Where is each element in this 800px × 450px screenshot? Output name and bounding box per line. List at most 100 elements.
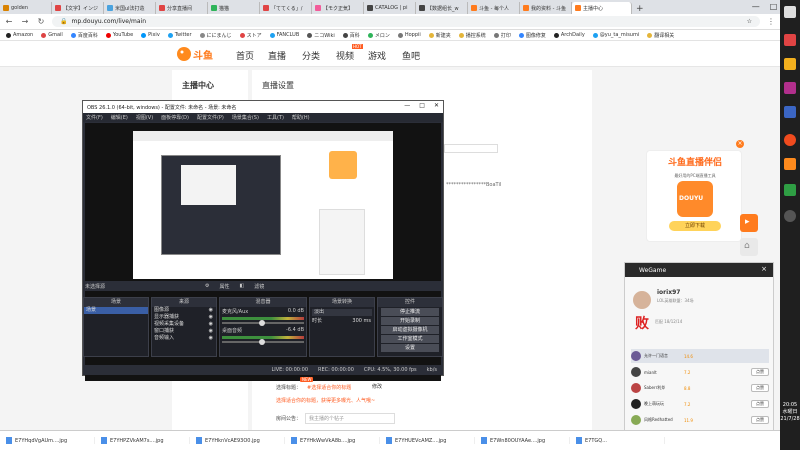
nav-fishbar[interactable]: 鱼吧 [402, 49, 420, 62]
browser-tab[interactable]: 【数据组长_w [416, 2, 468, 14]
source-item[interactable]: 视频采集设备 ◉ [152, 321, 216, 328]
scene-item[interactable]: 场景 [84, 307, 148, 314]
download-item[interactable]: E7YHqdVgAUm....jpg [0, 437, 95, 444]
obs-icon[interactable] [784, 210, 796, 222]
close-icon[interactable]: ✕ [434, 102, 439, 109]
obs-menu-item[interactable]: 编辑(E) [111, 114, 128, 121]
play-icon[interactable]: ▸ [740, 214, 758, 232]
like-button[interactable]: 点赞 [751, 384, 769, 392]
bookmark-item[interactable]: メロン [367, 32, 390, 39]
browser-tab[interactable]: 【文字】インジ [52, 2, 104, 14]
app-icon[interactable] [784, 158, 796, 170]
browser-tab[interactable]: golden [0, 2, 52, 14]
reload-icon[interactable]: ↻ [36, 17, 46, 26]
volume-slider[interactable] [222, 320, 304, 326]
bookmark-item[interactable]: Gmail [41, 32, 63, 38]
browser-tab[interactable]: CATALOG | pi [364, 2, 416, 14]
browser-tab[interactable]: 猫猫 [208, 2, 260, 14]
chrome-icon[interactable] [784, 134, 796, 146]
bookmark-item[interactable]: 百度百科 [70, 32, 98, 39]
gear-icon[interactable]: ⚙ [205, 283, 209, 289]
bookmark-item[interactable]: 打印 [493, 32, 511, 39]
bookmark-item[interactable]: @yu_ta_misumi [592, 32, 639, 38]
bookmark-item[interactable]: Twitter [167, 32, 192, 38]
minimize-icon[interactable]: — [404, 102, 410, 109]
start-icon[interactable] [784, 6, 796, 18]
obs-menu-item[interactable]: 场景集合(S) [232, 114, 259, 121]
edit-title-button[interactable]: 修改 [372, 383, 382, 390]
bookmark-item[interactable]: 百科 [342, 32, 360, 39]
source-item[interactable]: 显示器捕获 ◉ [152, 314, 216, 321]
home-icon[interactable]: ⌂ [740, 238, 758, 256]
download-item[interactable]: E7YHPZVkAM7s....jpg [95, 437, 190, 444]
star-icon[interactable]: ☆ [747, 18, 752, 25]
forward-icon[interactable]: → [20, 17, 30, 26]
companion-ad[interactable]: 斗鱼直播伴侣 最好用的PC端直播工具 DOUYU 立即下载 [646, 150, 742, 242]
properties-button[interactable]: 属性 [220, 283, 230, 290]
ad-download-button[interactable]: 立即下载 [669, 221, 721, 231]
obs-menu-item[interactable]: 文件(F) [86, 114, 103, 121]
filter-icon[interactable]: ◧ [240, 283, 245, 289]
bookmark-item[interactable]: 播控系统 [458, 32, 486, 39]
like-button[interactable]: 点赞 [751, 416, 769, 424]
virtual-camera-button[interactable]: 启动虚拟摄像机 [381, 326, 439, 334]
stop-streaming-button[interactable]: 停止推流 [381, 308, 439, 316]
start-recording-button[interactable]: 开始录制 [381, 317, 439, 325]
obs-menu-item[interactable]: 视图(V) [136, 114, 153, 121]
app-icon[interactable] [784, 184, 796, 196]
announce-input[interactable]: 我主播的个帖子 [305, 413, 395, 424]
maximize-icon[interactable]: □ [419, 102, 425, 109]
bookmark-item[interactable]: Amazon [6, 32, 33, 38]
bookmark-item[interactable]: YouTube [105, 32, 133, 38]
bookmark-item[interactable]: Pixiv [141, 32, 160, 38]
browser-tab[interactable]: 米国ul法打造 [104, 2, 156, 14]
browser-tab[interactable]: 【モク正気】 [312, 2, 364, 14]
minimize-icon[interactable]: — [752, 2, 760, 11]
title-link[interactable]: #选择适合你的标题 [307, 384, 351, 391]
browser-tab[interactable]: 分享直播间 [156, 2, 208, 14]
ad-close-icon[interactable]: × [736, 140, 744, 148]
source-item[interactable]: 图像源 ◉ [152, 307, 216, 314]
duration-row[interactable]: 时长 300 ms [310, 318, 374, 325]
volume-slider[interactable] [222, 339, 304, 345]
download-item[interactable]: E7YHkWwVkA8b....jpg [285, 437, 380, 444]
download-item[interactable]: E7YHknVcAE93O0.jpg [190, 437, 285, 444]
browser-tab[interactable]: 「ててくる」/ [260, 2, 312, 14]
bookmark-item[interactable]: 图像修复 [518, 32, 546, 39]
bookmark-item[interactable]: 翻译相关 [647, 32, 674, 39]
obs-menu-item[interactable]: 工具(T) [267, 114, 284, 121]
bookmark-item[interactable]: FANCLUB [269, 32, 299, 38]
douyu-logo[interactable]: 斗鱼 [176, 45, 216, 63]
obs-menu-item[interactable]: 面板停靠(D) [161, 114, 189, 121]
nav-live[interactable]: 直播 [268, 49, 286, 62]
bookmark-item[interactable]: ArchDaily [553, 32, 585, 38]
bookmark-item[interactable]: ににまんじ [199, 32, 232, 39]
download-item[interactable]: E7YHUEVcAMZ....jpg [380, 437, 475, 444]
nav-category[interactable]: 分类 [302, 49, 320, 62]
bookmark-item[interactable]: 新建夹 [428, 32, 451, 39]
nav-home[interactable]: 首页 [236, 49, 254, 62]
nav-video[interactable]: 视频 [336, 49, 354, 62]
maximize-icon[interactable]: □ [770, 2, 778, 11]
browser-tab[interactable]: 主播中心 [572, 2, 632, 14]
bookmark-item[interactable]: Hoppii [397, 32, 421, 38]
close-icon[interactable]: × [761, 265, 767, 273]
settings-button[interactable]: 设置 [381, 344, 439, 352]
like-button[interactable]: 点赞 [751, 368, 769, 376]
app-icon[interactable] [784, 58, 796, 70]
studio-mode-button[interactable]: 工作室模式 [381, 335, 439, 343]
app-icon[interactable] [784, 34, 796, 46]
address-bar[interactable]: 🔒 mp.douyu.com/live/main ☆ [52, 16, 760, 27]
download-item[interactable]: E7TGQ... [570, 437, 665, 444]
bookmark-item[interactable]: ストア [239, 32, 262, 39]
filters-button[interactable]: 滤镜 [254, 283, 264, 290]
extension-icon[interactable]: ⋮ [766, 17, 776, 26]
download-item[interactable]: E7Wn80OUYAAe....jpg [475, 437, 570, 444]
settings-field[interactable] [444, 144, 498, 153]
app-icon[interactable] [784, 106, 796, 118]
new-tab-button[interactable]: + [632, 4, 648, 14]
obs-menu-item[interactable]: 配置文件(P) [197, 114, 224, 121]
back-icon[interactable]: ← [4, 17, 14, 26]
bookmark-item[interactable]: ニコWiki [307, 32, 335, 39]
browser-tab[interactable]: 斗鱼 - 每个人 [468, 2, 520, 14]
